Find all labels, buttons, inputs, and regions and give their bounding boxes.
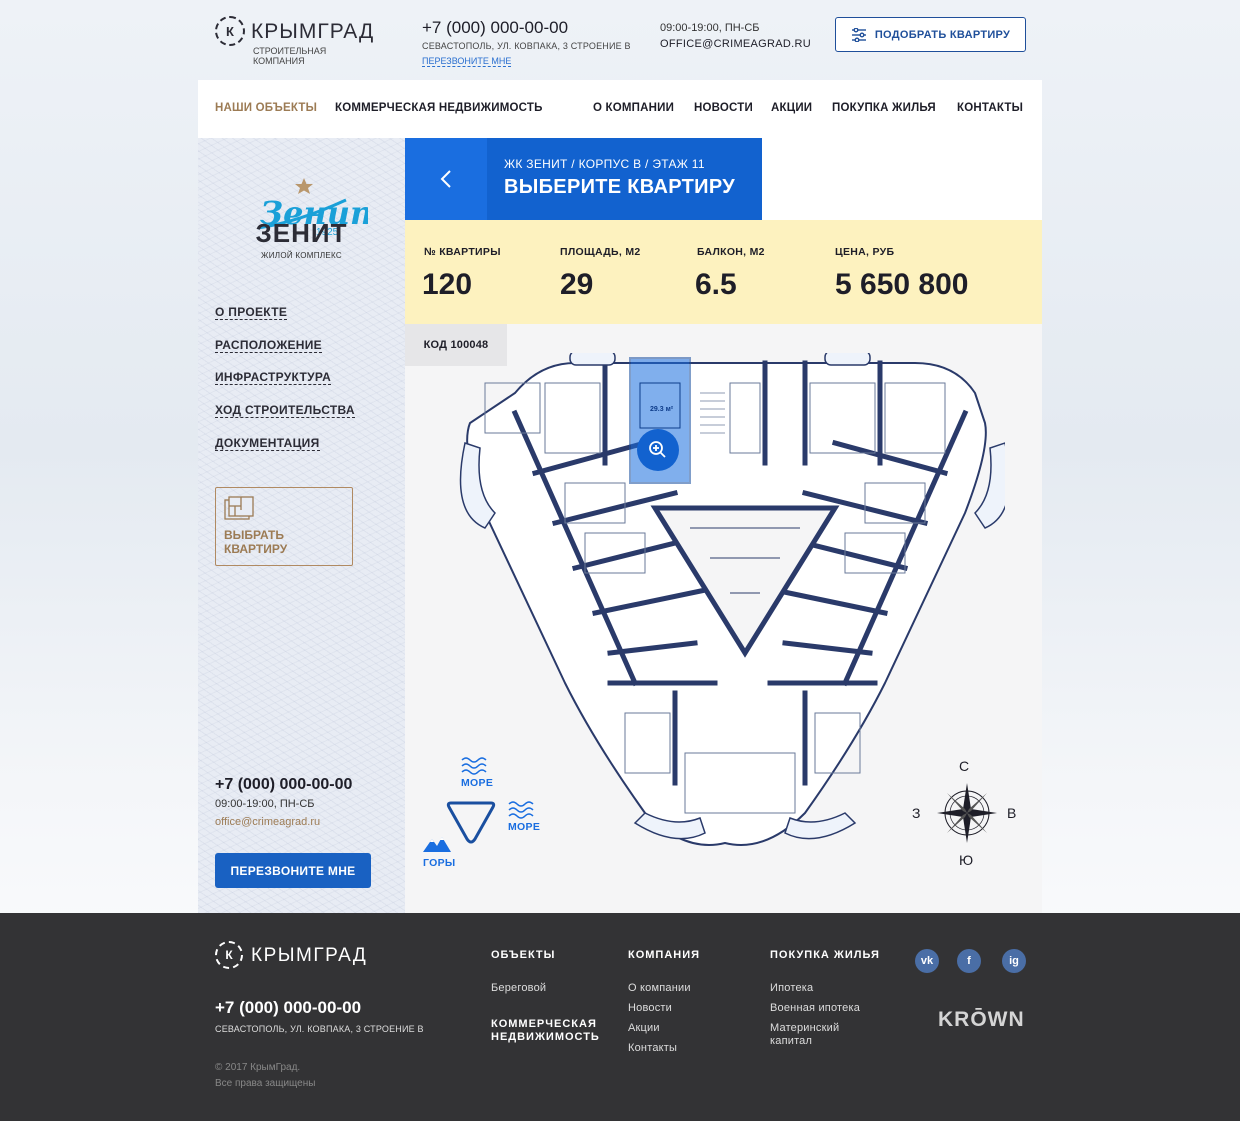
footer-head-company: КОМПАНИЯ (628, 949, 701, 961)
compass-rose-icon (937, 783, 997, 843)
footer-copyright: © 2017 КрымГрад. Все права защищены (215, 1060, 315, 1092)
choose-apartment-card[interactable]: ВЫБРАТЬ КВАРТИРУ (215, 487, 353, 566)
footer-logo-name: КРЫМГРАД (251, 945, 368, 966)
header-callback-link[interactable]: ПЕРЕЗВОНИТЕ МНЕ (422, 56, 512, 67)
footer-link-about[interactable]: О компании (628, 982, 691, 995)
instagram-icon[interactable]: ig (1002, 949, 1026, 973)
compass-north: С (959, 758, 970, 774)
sidebar: Зенит 1925 ЗЕНИТ ЖИЛОЙ КОМПЛЕКС О ПРОЕКТ… (198, 138, 405, 913)
main-panel: ЖК ЗЕНИТ / КОРПУС В / ЭТАЖ 11 ВЫБЕРИТЕ К… (405, 138, 1042, 913)
header-address: СЕВАСТОПОЛЬ, УЛ. КОВПАКА, 3 СТРОЕНИЕ В (422, 41, 631, 51)
nav-commercial[interactable]: КОММЕРЧЕСКАЯ НЕДВИЖИМОСТЬ (335, 102, 543, 114)
footer-logo-mark-icon: К (215, 941, 243, 969)
footer-link-military-mortgage[interactable]: Военная ипотека (770, 1002, 860, 1015)
krown-logo[interactable]: KRŌWN (938, 1008, 1025, 1032)
zenit-logo[interactable]: Зенит 1925 (238, 156, 368, 266)
sidebar-link-project[interactable]: О ПРОЕКТЕ (215, 305, 288, 320)
logo-name: КРЫМГРАД (251, 20, 375, 43)
floorplan-icon (224, 496, 254, 520)
footer-head-buying: ПОКУПКА ЖИЛЬЯ (770, 949, 880, 961)
mountains-icon (423, 837, 451, 852)
header-hours: 09:00-19:00, ПН-СБ (660, 22, 760, 34)
nav-about[interactable]: О КОМПАНИИ (593, 102, 674, 114)
title-box: ЖК ЗЕНИТ / КОРПУС В / ЭТАЖ 11 ВЫБЕРИТЕ К… (487, 138, 762, 220)
zoom-icon[interactable] (637, 429, 679, 471)
sidebar-link-documents[interactable]: ДОКУМЕНТАЦИЯ (215, 436, 320, 451)
breadcrumb: ЖК ЗЕНИТ / КОРПУС В / ЭТАЖ 11 (504, 157, 705, 171)
footer-link-mortgage[interactable]: Ипотека (770, 982, 813, 995)
footer: К КРЫМГРАД +7 (000) 000-00-00 СЕВАСТОПОЛ… (0, 913, 1240, 1121)
footer-link-maternity-capital[interactable]: Материнский капитал (770, 1022, 860, 1048)
copyright-line1: © 2017 КрымГрад. (215, 1062, 301, 1073)
sea-label-top: МОРЕ (461, 777, 494, 789)
logo-subtitle: СТРОИТЕЛЬНАЯ КОМПАНИЯ (253, 46, 327, 66)
top-header: К КРЫМГРАД СТРОИТЕЛЬНАЯ КОМПАНИЯ +7 (000… (0, 0, 1240, 80)
sidebar-callback-button[interactable]: ПЕРЕЗВОНИТЕ МНЕ (215, 853, 371, 888)
sidebar-phone[interactable]: +7 (000) 000-00-00 (215, 776, 352, 794)
company-logo[interactable]: К КРЫМГРАД СТРОИТЕЛЬНАЯ КОМПАНИЯ (215, 16, 375, 66)
mountains-label: ГОРЫ (423, 857, 456, 869)
footer-phone[interactable]: +7 (000) 000-00-00 (215, 998, 361, 1018)
stat-price-value: 5 650 800 (835, 268, 969, 301)
stat-balcony-value: 6.5 (695, 268, 737, 301)
stat-area-label: ПЛОЩАДЬ, М2 (560, 246, 641, 258)
sidebar-hours: 09:00-19:00, ПН-СБ (215, 798, 315, 810)
footer-link-news[interactable]: Новости (628, 1002, 672, 1015)
compass-west: З (912, 805, 921, 821)
footer-address: СЕВАСТОПОЛЬ, УЛ. КОВПАКА, 3 СТРОЕНИЕ В (215, 1024, 424, 1034)
stat-area-value: 29 (560, 268, 594, 301)
pick-apartment-label: ПОДОБРАТЬ КВАРТИРУ (874, 28, 1011, 41)
facebook-icon[interactable]: f (957, 949, 981, 973)
sidebar-email[interactable]: office@crimeagrad.ru (215, 816, 320, 828)
sea-icon-right (508, 801, 534, 819)
nav-our-objects[interactable]: НАШИ ОБЪЕКТЫ (215, 102, 317, 114)
nav-promos[interactable]: АКЦИИ (771, 102, 812, 114)
building-orientation-icon (446, 801, 496, 844)
filter-icon (851, 27, 866, 42)
compass-east: В (1007, 805, 1017, 821)
header-spacer (762, 138, 1042, 220)
floor-plan[interactable]: 29.3 м² (445, 353, 1005, 853)
stat-balcony-label: БАЛКОН, М2 (697, 246, 765, 258)
sea-icon-top (461, 757, 487, 775)
stat-number-label: № КВАРТИРЫ (424, 246, 501, 258)
footer-commercial-line2: НЕДВИЖИМОСТЬ (491, 1031, 600, 1043)
footer-commercial-line1: КОММЕРЧЕСКАЯ (491, 1018, 597, 1030)
sea-label-right: МОРЕ (508, 821, 541, 833)
footer-link-contacts[interactable]: Контакты (628, 1042, 677, 1055)
pick-apartment-button[interactable]: ПОДОБРАТЬ КВАРТИРУ (835, 17, 1026, 52)
stat-number-value: 120 (422, 268, 473, 301)
copyright-line2: Все права защищены (215, 1078, 316, 1089)
complex-title: ЗЕНИТ (255, 218, 348, 248)
nav-contacts[interactable]: КОНТАКТЫ (957, 102, 1023, 114)
complex-subtitle: ЖИЛОЙ КОМПЛЕКС (261, 251, 342, 260)
footer-head-objects: ОБЪЕКТЫ (491, 949, 556, 961)
stat-price-label: ЦЕНА, РУБ (835, 246, 895, 258)
footer-link-beregovoy[interactable]: Береговой (491, 982, 546, 995)
header-email[interactable]: OFFICE@CRIMEAGRAD.RU (660, 38, 811, 50)
footer-link-commercial[interactable]: КОММЕРЧЕСКАЯ НЕДВИЖИМОСТЬ (491, 1018, 600, 1044)
header-phone[interactable]: +7 (000) 000-00-00 (422, 18, 568, 38)
main-nav: НАШИ ОБЪЕКТЫ КОММЕРЧЕСКАЯ НЕДВИЖИМОСТЬ О… (198, 80, 1042, 138)
page-title: ВЫБЕРИТЕ КВАРТИРУ (504, 176, 735, 198)
choose-apartment-label: ВЫБРАТЬ КВАРТИРУ (224, 528, 288, 556)
vk-icon[interactable]: vk (915, 949, 939, 973)
compass-south: Ю (959, 852, 974, 868)
chevron-left-icon (440, 170, 451, 188)
nav-buying[interactable]: ПОКУПКА ЖИЛЬЯ (832, 102, 936, 114)
sidebar-link-construction[interactable]: ХОД СТРОИТЕЛЬСТВА (215, 403, 355, 418)
logo-mark-icon: К (215, 16, 245, 46)
back-button[interactable] (405, 138, 487, 220)
svg-text:29.3 м²: 29.3 м² (650, 406, 674, 413)
apartment-stats: № КВАРТИРЫ 120 ПЛОЩАДЬ, М2 29 БАЛКОН, М2… (405, 220, 1042, 324)
footer-link-promos[interactable]: Акции (628, 1022, 660, 1035)
sidebar-link-infrastructure[interactable]: ИНФРАСТРУКТУРА (215, 370, 332, 385)
sidebar-link-location[interactable]: РАСПОЛОЖЕНИЕ (215, 338, 322, 353)
nav-news[interactable]: НОВОСТИ (694, 102, 753, 114)
